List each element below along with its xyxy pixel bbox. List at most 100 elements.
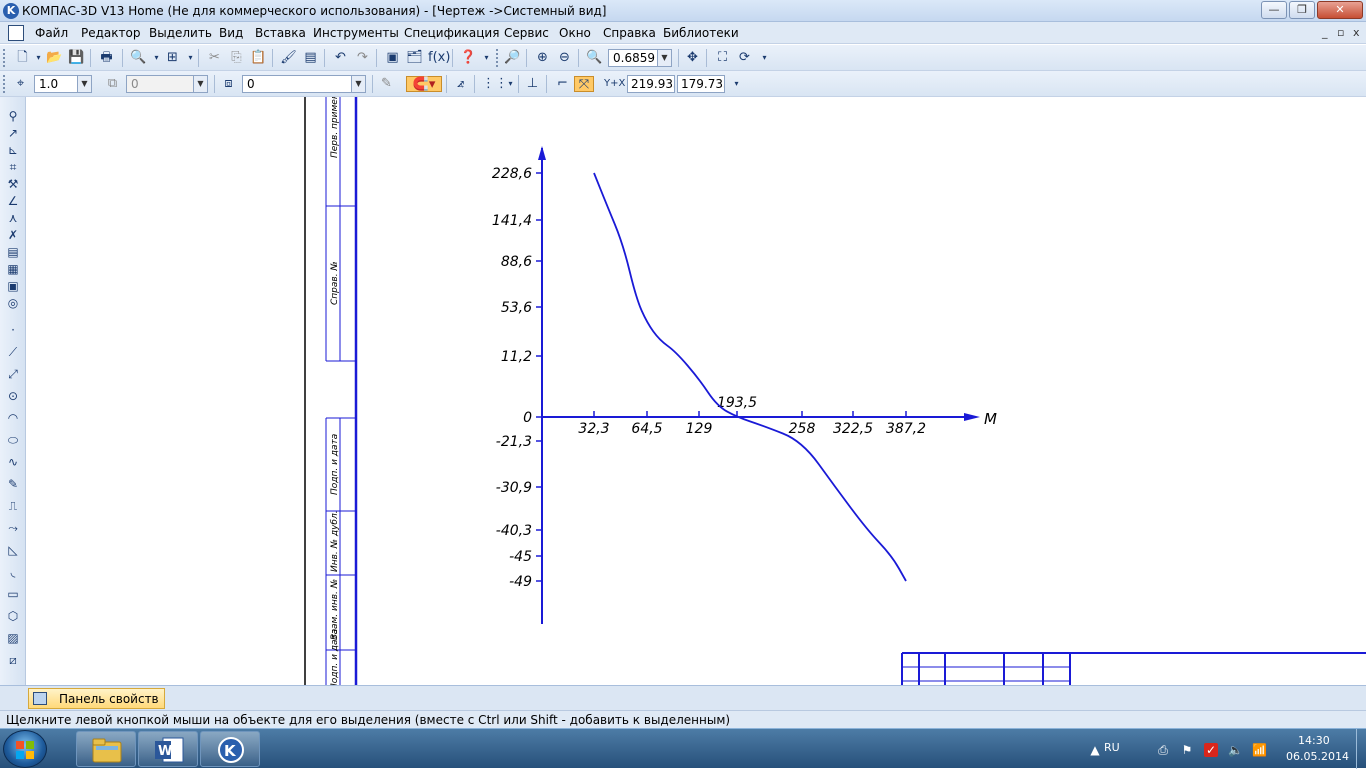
taskbar-word[interactable]: W xyxy=(138,731,198,767)
dropdown-arrow-icon[interactable]: ▾ xyxy=(502,76,519,92)
language-indicator[interactable]: RU xyxy=(1104,741,1120,754)
menu-insert[interactable]: Вставка xyxy=(255,26,306,40)
mdi-restore-button[interactable]: ▫ xyxy=(1337,26,1344,39)
save-icon[interactable]: 💾 xyxy=(68,50,85,66)
network-icon[interactable]: 📶 xyxy=(1252,743,1267,757)
coord-y-field[interactable]: 179.735 xyxy=(677,75,725,93)
cut-icon[interactable]: ✂ xyxy=(206,50,223,66)
toolbar-grip[interactable] xyxy=(3,75,7,93)
insert-fragment-icon[interactable]: ▣ xyxy=(5,279,21,294)
maximize-button[interactable]: ❐ xyxy=(1289,1,1315,19)
dropdown-arrow-icon[interactable]: ▾ xyxy=(148,50,165,66)
local-cs-icon[interactable]: ⦨ xyxy=(452,76,469,92)
parametrization-icon[interactable]: ⚒ xyxy=(5,177,21,192)
redo-icon[interactable]: ↷ xyxy=(354,50,371,66)
menu-tools[interactable]: Инструменты xyxy=(313,26,399,40)
ellipse-icon[interactable]: ⬭ xyxy=(5,433,21,448)
chevron-down-icon[interactable]: ▼ xyxy=(351,76,365,92)
layer-combo[interactable]: 0 ▼ xyxy=(242,75,366,93)
mdi-minimize-button[interactable]: _ xyxy=(1322,26,1328,39)
dropdown-arrow-icon[interactable]: ▾ xyxy=(182,50,199,66)
properties-icon[interactable]: ⊞ xyxy=(164,50,181,66)
manager-icon[interactable]: ▣ xyxy=(384,50,401,66)
copy-properties-icon[interactable]: 🖌 xyxy=(280,50,297,66)
zoom-in-icon[interactable]: ⊕ xyxy=(534,50,551,66)
rectangle-icon[interactable]: ▭ xyxy=(5,587,21,602)
library-manager-icon[interactable]: 🗂 xyxy=(406,50,423,66)
point-icon[interactable]: · xyxy=(5,323,21,338)
coord-x-field[interactable]: 219.933 xyxy=(627,75,675,93)
toolbar-grip[interactable] xyxy=(496,49,500,67)
dropdown-arrow-icon[interactable]: ▾ xyxy=(30,50,47,66)
zoom-out-icon[interactable]: ⊖ xyxy=(556,50,573,66)
select-icon[interactable]: ⋏ xyxy=(5,211,21,226)
print-icon[interactable]: 🖶 xyxy=(98,50,115,66)
dimensions-icon[interactable]: ↗ xyxy=(5,126,21,141)
auxiliary-line-icon[interactable]: ⟋ xyxy=(5,345,21,360)
show-all-icon[interactable]: ⛶ xyxy=(714,50,731,66)
spec-icon[interactable]: ▤ xyxy=(5,245,21,260)
auto-line-icon[interactable]: ⬡ xyxy=(5,609,21,624)
menu-file[interactable]: Файл xyxy=(35,26,68,40)
start-button[interactable] xyxy=(3,730,47,768)
fillet-icon[interactable]: ◟ xyxy=(5,565,21,580)
toolbar-grip[interactable] xyxy=(3,49,7,67)
step-combo[interactable]: 1.0 ▼ xyxy=(34,75,92,93)
grid-icon[interactable]: ⋮⋮ xyxy=(482,76,508,92)
kompas-app-icon[interactable]: K xyxy=(3,3,19,19)
minimize-button[interactable]: — xyxy=(1261,1,1287,19)
clock-date[interactable]: 06.05.2014 xyxy=(1286,750,1349,763)
action-center-flag-icon[interactable]: ⚑ xyxy=(1180,743,1194,757)
new-document-icon[interactable]: 🗋 xyxy=(14,50,31,66)
clock-time[interactable]: 14:30 xyxy=(1298,734,1330,747)
chevron-down-icon[interactable]: ▼ xyxy=(77,76,91,92)
geometry-icon[interactable]: ⚲ xyxy=(5,109,21,124)
cursor-step-icon[interactable]: ⌖ xyxy=(12,76,29,92)
edit-icon[interactable]: ⌗ xyxy=(5,160,21,175)
menu-select[interactable]: Выделить xyxy=(149,26,212,40)
associative-views-icon[interactable]: ✗ xyxy=(5,228,21,243)
show-desktop-button[interactable] xyxy=(1356,729,1366,769)
segment-icon[interactable]: ⤢ xyxy=(5,367,21,382)
designations-icon[interactable]: ⊾ xyxy=(5,143,21,158)
tray-device-icon[interactable]: ⎙ xyxy=(1156,743,1170,757)
toolbar-options-icon[interactable]: ▾ xyxy=(756,50,773,66)
antivirus-icon[interactable]: ✓ xyxy=(1204,743,1218,757)
taskbar-explorer[interactable] xyxy=(76,731,136,767)
menu-window[interactable]: Окно xyxy=(559,26,591,40)
paste-icon[interactable]: 📋 xyxy=(250,50,267,66)
bezier-icon[interactable]: ⤳ xyxy=(5,521,21,536)
hatch-icon[interactable]: ▨ xyxy=(5,631,21,646)
menu-editor[interactable]: Редактор xyxy=(81,26,140,40)
zoom-scale-icon[interactable]: 🔍 xyxy=(586,50,603,66)
close-button[interactable]: ✕ xyxy=(1317,1,1363,19)
document-icon[interactable] xyxy=(8,25,24,41)
menu-service[interactable]: Сервис xyxy=(504,26,549,40)
ortho-mode-icon[interactable]: ⌐ xyxy=(554,76,571,92)
object-list-icon[interactable]: ▤ xyxy=(302,50,319,66)
chevron-down-icon[interactable]: ▼ xyxy=(657,50,671,66)
round-mode-icon[interactable]: ⤧ xyxy=(574,76,594,92)
menu-libraries[interactable]: Библиотеки xyxy=(663,26,739,40)
contour-icon[interactable]: ⧄ xyxy=(5,653,21,668)
macro-icon[interactable]: ◎ xyxy=(5,296,21,311)
refresh-icon[interactable]: ⟳ xyxy=(736,50,753,66)
spline-icon[interactable]: ∿ xyxy=(5,455,21,470)
mdi-close-button[interactable]: x xyxy=(1353,26,1360,39)
measure-icon[interactable]: ∠ xyxy=(5,194,21,209)
zoom-window-icon[interactable]: 🔎 xyxy=(504,50,521,66)
circle-icon[interactable]: ⊙ xyxy=(5,389,21,404)
coordinate-system-icon[interactable]: ⊥ xyxy=(524,76,541,92)
help-pointer-icon[interactable]: ❓ xyxy=(460,50,477,66)
menu-specification[interactable]: Спецификация xyxy=(404,26,499,40)
taskbar-kompas[interactable]: K xyxy=(200,731,260,767)
drawing-area[interactable]: Перв. примен. Справ. № Подп. и дата Инв.… xyxy=(27,97,1366,685)
properties-panel-tab[interactable]: Панель свойств xyxy=(28,688,165,709)
polyline-icon[interactable]: ⎍ xyxy=(5,499,21,514)
copy-icon[interactable]: ⎘ xyxy=(228,50,245,66)
open-folder-icon[interactable]: 📂 xyxy=(46,50,63,66)
menu-help[interactable]: Справка xyxy=(603,26,656,40)
zoom-combo[interactable]: 0.6859 ▼ xyxy=(608,49,672,67)
layers-icon[interactable]: ⧈ xyxy=(220,76,237,92)
chamfer-icon[interactable]: ◺ xyxy=(5,543,21,558)
